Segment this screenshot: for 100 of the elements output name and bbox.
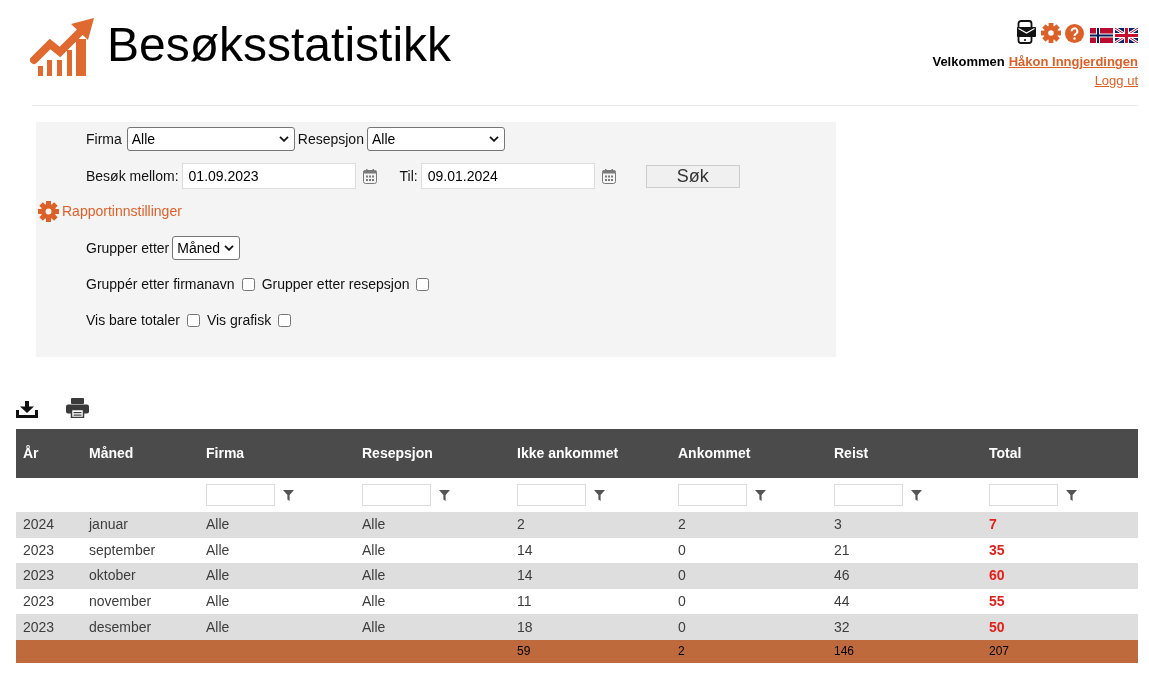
filter-icon[interactable]: [1066, 489, 1077, 501]
british-flag-icon[interactable]: [1115, 28, 1138, 43]
checkbox[interactable]: [278, 313, 292, 327]
table-cell-text: 21: [834, 540, 850, 560]
table-cell-text: 0: [678, 617, 686, 637]
date-field[interactable]: 01.09.2023: [181, 163, 356, 189]
table-cell-text: 2: [678, 515, 686, 535]
table-cell-text: 0: [678, 592, 686, 612]
table-cell-text: 2023: [23, 540, 55, 560]
column-header[interactable]: Reist: [834, 443, 869, 464]
table-cell-text: 46: [834, 566, 850, 586]
table-cell-text: 60: [989, 566, 1005, 586]
field-label: Firma: [86, 129, 122, 149]
search-button[interactable]: Søk: [645, 164, 740, 188]
table-cell-text: Alle: [206, 515, 230, 535]
logout-link[interactable]: Logg ut: [1094, 73, 1138, 89]
table-cell-text: Alle: [362, 617, 386, 637]
filter-icon[interactable]: [439, 489, 450, 501]
table-cell-text: 0: [678, 540, 686, 560]
table-cell-text: 50: [989, 617, 1005, 637]
help-icon[interactable]: [1065, 24, 1084, 43]
checkbox[interactable]: [186, 313, 200, 327]
filter-icon[interactable]: [283, 489, 294, 501]
total-cell-text: 207: [989, 643, 1010, 661]
norwegian-flag-icon[interactable]: [1090, 28, 1113, 43]
column-header[interactable]: Firma: [206, 443, 245, 464]
settings-icon[interactable]: [38, 200, 59, 222]
print-icon[interactable]: [66, 398, 89, 418]
total-cell-text: 146: [834, 643, 855, 661]
table-cell-text: 14: [517, 540, 533, 560]
reception-select[interactable]: Alle: [366, 127, 505, 151]
filter-field[interactable]: [362, 484, 431, 506]
user-link[interactable]: Håkon Inngjerdingen: [1008, 54, 1138, 70]
column-header[interactable]: Ikke ankommet: [517, 443, 619, 464]
filter-field[interactable]: [834, 484, 903, 506]
field-label: Til:: [399, 166, 418, 186]
filter-icon[interactable]: [755, 489, 766, 501]
filter-field[interactable]: [989, 484, 1058, 506]
table-cell-text: 2023: [23, 617, 55, 637]
total-cell-text: 2: [678, 643, 685, 661]
filter-icon[interactable]: [911, 489, 922, 501]
column-header[interactable]: År: [23, 443, 39, 464]
chevron-down-icon: [224, 245, 235, 251]
chevron-down-icon: [488, 136, 499, 142]
table-cell-text: Alle: [206, 617, 230, 637]
calendar-icon[interactable]: [601, 168, 616, 184]
table-cell-text: 3: [834, 515, 842, 535]
download-icon[interactable]: [16, 401, 38, 418]
table-cell-text: 2023: [23, 566, 55, 586]
chevron-down-icon: [278, 136, 289, 142]
table-cell-text: 7: [989, 515, 997, 535]
table-cell-text: september: [89, 540, 156, 560]
field-label: Vis bare totaler: [86, 310, 180, 330]
logo-icon: [30, 18, 96, 76]
field-label: Besøk mellom:: [86, 166, 179, 186]
table-cell-text: 2023: [23, 592, 55, 612]
field-label: Resepsjon: [297, 129, 364, 149]
table-cell-text: 11: [517, 592, 532, 612]
table-cell-text: januar: [89, 515, 128, 535]
field-label: Grupper etter: [86, 238, 170, 258]
table-cell-text: Alle: [206, 592, 230, 612]
field-label: Grupper etter resepsjon: [261, 274, 410, 294]
page-title: Besøksstatistikk: [107, 18, 452, 71]
group-by-select[interactable]: Måned: [172, 236, 241, 260]
table-cell-text: 14: [517, 566, 533, 586]
total-cell-text: 59: [517, 643, 531, 661]
company-select[interactable]: Alle: [126, 127, 295, 151]
table-cell-text: 32: [834, 617, 850, 637]
checkbox[interactable]: [416, 277, 430, 291]
filter-field[interactable]: [678, 484, 747, 506]
field-label: Gruppér etter firmanavn: [86, 274, 235, 294]
table-cell-text: 0: [678, 566, 686, 586]
settings-icon[interactable]: [1041, 23, 1061, 43]
table-cell-text: 18: [517, 617, 533, 637]
table-cell-text: Alle: [206, 566, 230, 586]
table-cell-text: oktober: [89, 566, 136, 586]
filter-icon[interactable]: [594, 489, 605, 501]
table-cell-text: 2024: [23, 515, 55, 535]
table-cell-text: Alle: [362, 515, 386, 535]
table-cell-text: Alle: [362, 540, 386, 560]
calendar-icon[interactable]: [362, 168, 377, 184]
table-cell-text: 44: [834, 592, 850, 612]
column-header[interactable]: Resepsjon: [362, 443, 433, 464]
column-header[interactable]: Måned: [89, 443, 134, 464]
table-cell-text: november: [89, 592, 152, 612]
table-cell-text: desember: [89, 617, 152, 637]
column-header[interactable]: Total: [989, 443, 1022, 464]
welcome-text: Velkommen: [932, 54, 1005, 70]
filter-field[interactable]: [517, 484, 586, 506]
filter-field[interactable]: [206, 484, 275, 506]
table-cell-text: Alle: [206, 540, 230, 560]
column-header[interactable]: Ankommet: [678, 443, 751, 464]
table-cell-text: 35: [989, 540, 1005, 560]
mobile-mail-icon[interactable]: [1015, 20, 1036, 44]
table-cell-text: Alle: [362, 566, 386, 586]
table-cell-text: 2: [517, 515, 525, 535]
checkbox[interactable]: [241, 277, 255, 291]
table-cell-text: Alle: [362, 592, 386, 612]
date-field[interactable]: 09.01.2024: [420, 163, 595, 189]
table-cell-text: 55: [989, 592, 1005, 612]
